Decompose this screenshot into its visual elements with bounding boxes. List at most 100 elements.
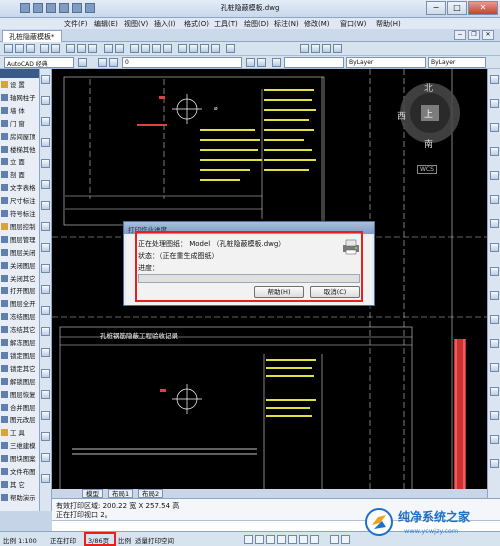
palette-item[interactable]: 剖 面 (1, 170, 40, 180)
revision-cloud-icon[interactable] (41, 222, 50, 231)
wcs-menu[interactable]: WCS (417, 165, 437, 174)
menu-format[interactable]: 格式(O) (184, 19, 209, 29)
break-point-icon[interactable] (490, 339, 499, 348)
multileader-style-icon[interactable] (333, 44, 342, 53)
copy-object-icon[interactable] (490, 99, 499, 108)
palette-item[interactable]: 楼梯其他 (1, 145, 40, 155)
table-icon[interactable] (41, 432, 50, 441)
palette-item[interactable]: 解冻图层 (1, 338, 40, 348)
region-icon[interactable] (41, 411, 50, 420)
palette-item[interactable]: 图层恢复 (1, 390, 40, 400)
palette-item[interactable]: 图层管理 (1, 235, 40, 245)
ellipse-arc-icon[interactable] (41, 285, 50, 294)
palette-item[interactable]: 立 面 (1, 157, 40, 167)
palette-item[interactable]: 帮助演示 (1, 493, 40, 503)
menu-file[interactable]: 文件(F) (64, 19, 88, 29)
menu-dimension[interactable]: 标注(N) (274, 19, 299, 29)
linetype-combo[interactable]: ByLayer (346, 57, 426, 68)
new-icon[interactable] (4, 44, 13, 53)
polar-icon[interactable] (277, 535, 286, 544)
minimize-button[interactable]: − (426, 1, 446, 15)
doc-close-icon[interactable]: ✕ (482, 30, 494, 40)
add-selected-icon[interactable] (41, 474, 50, 483)
explode-icon[interactable] (490, 459, 499, 468)
cancel-button[interactable]: 取消(C) (310, 286, 360, 298)
move-icon[interactable] (490, 195, 499, 204)
zoom-icon[interactable] (141, 44, 150, 53)
hatch-icon[interactable] (41, 369, 50, 378)
line-icon[interactable] (41, 75, 50, 84)
grid-icon[interactable] (255, 535, 264, 544)
undo-icon[interactable] (72, 3, 82, 13)
redo-icon[interactable] (85, 3, 95, 13)
paste-icon[interactable] (88, 44, 97, 53)
print-icon[interactable] (40, 44, 49, 53)
palette-item[interactable]: 锁定图层 (1, 351, 40, 361)
palette-item[interactable]: 文字表格 (1, 183, 40, 193)
palette-item[interactable]: 符号标注 (1, 209, 40, 219)
close-button[interactable]: ✕ (468, 1, 498, 15)
app-menu-icon[interactable] (20, 3, 30, 13)
layer-state-icon[interactable] (109, 58, 118, 67)
workspace-combo[interactable]: AutoCAD 经典 (4, 57, 74, 68)
save-icon[interactable] (26, 44, 35, 53)
redo-icon[interactable] (115, 44, 124, 53)
palette-item[interactable]: 图块图案 (1, 454, 40, 464)
ellipse-icon[interactable] (41, 264, 50, 273)
palette-item[interactable]: 文件布图 (1, 467, 40, 477)
layer-combo[interactable]: 0 (122, 57, 242, 68)
palette-item[interactable]: 设 置 (1, 80, 40, 90)
palette-item[interactable]: 图元改层 (1, 415, 40, 425)
help-button[interactable]: 帮助(H) (254, 286, 304, 298)
trim-icon[interactable] (490, 291, 499, 300)
palette-item[interactable]: 锁定其它 (1, 364, 40, 374)
tab-model[interactable]: 模型 (82, 489, 103, 498)
osnap-icon[interactable] (288, 535, 297, 544)
otrack-icon[interactable] (299, 535, 308, 544)
insert-block-icon[interactable] (41, 306, 50, 315)
rectangle-icon[interactable] (41, 159, 50, 168)
palette-item[interactable]: 冻结图层 (1, 312, 40, 322)
color-icon[interactable] (272, 58, 281, 67)
gradient-icon[interactable] (41, 390, 50, 399)
polyline-icon[interactable] (41, 117, 50, 126)
doc-restore-icon[interactable]: ❐ (468, 30, 480, 40)
palette-item[interactable]: 其 它 (1, 480, 40, 490)
lineweight-combo[interactable]: ByLayer (428, 57, 486, 68)
palette-item[interactable]: 图层控制 (1, 222, 40, 232)
palette-item[interactable]: 关闭其它 (1, 274, 40, 284)
preview-icon[interactable] (51, 44, 60, 53)
palette-item[interactable]: 墙 体 (1, 106, 40, 116)
make-current-icon[interactable] (246, 58, 255, 67)
dim-style-icon[interactable] (311, 44, 320, 53)
viewcube-face[interactable]: 上 (424, 107, 433, 120)
color-combo[interactable] (284, 57, 344, 68)
save-icon[interactable] (59, 3, 69, 13)
new-file-icon[interactable] (33, 3, 43, 13)
palette-item[interactable]: 图层全开 (1, 299, 40, 309)
lineweight-icon[interactable] (310, 535, 319, 544)
open-file-icon[interactable] (46, 3, 56, 13)
palette-item[interactable]: 尺寸标注 (1, 196, 40, 206)
layer-manager-icon[interactable] (98, 58, 107, 67)
help-icon[interactable] (226, 44, 235, 53)
offset-icon[interactable] (490, 147, 499, 156)
open-icon[interactable] (15, 44, 24, 53)
circle-icon[interactable] (41, 201, 50, 210)
join-icon[interactable] (490, 387, 499, 396)
ortho-icon[interactable] (266, 535, 275, 544)
copy-icon[interactable] (77, 44, 86, 53)
pan-icon[interactable] (130, 44, 139, 53)
point-icon[interactable] (41, 348, 50, 357)
menu-view[interactable]: 视图(V) (124, 19, 148, 29)
make-block-icon[interactable] (41, 327, 50, 336)
palette-item[interactable]: 冻结其它 (1, 325, 40, 335)
spline-icon[interactable] (41, 243, 50, 252)
polygon-icon[interactable] (41, 138, 50, 147)
tool-palette-icon[interactable] (200, 44, 209, 53)
status-scale[interactable]: 比例 1:100 (3, 535, 37, 545)
menu-insert[interactable]: 插入(I) (154, 19, 176, 29)
tab-layout2[interactable]: 布局2 (138, 489, 164, 498)
menu-edit[interactable]: 编辑(E) (94, 19, 118, 29)
menu-draw[interactable]: 绘图(D) (244, 19, 269, 29)
